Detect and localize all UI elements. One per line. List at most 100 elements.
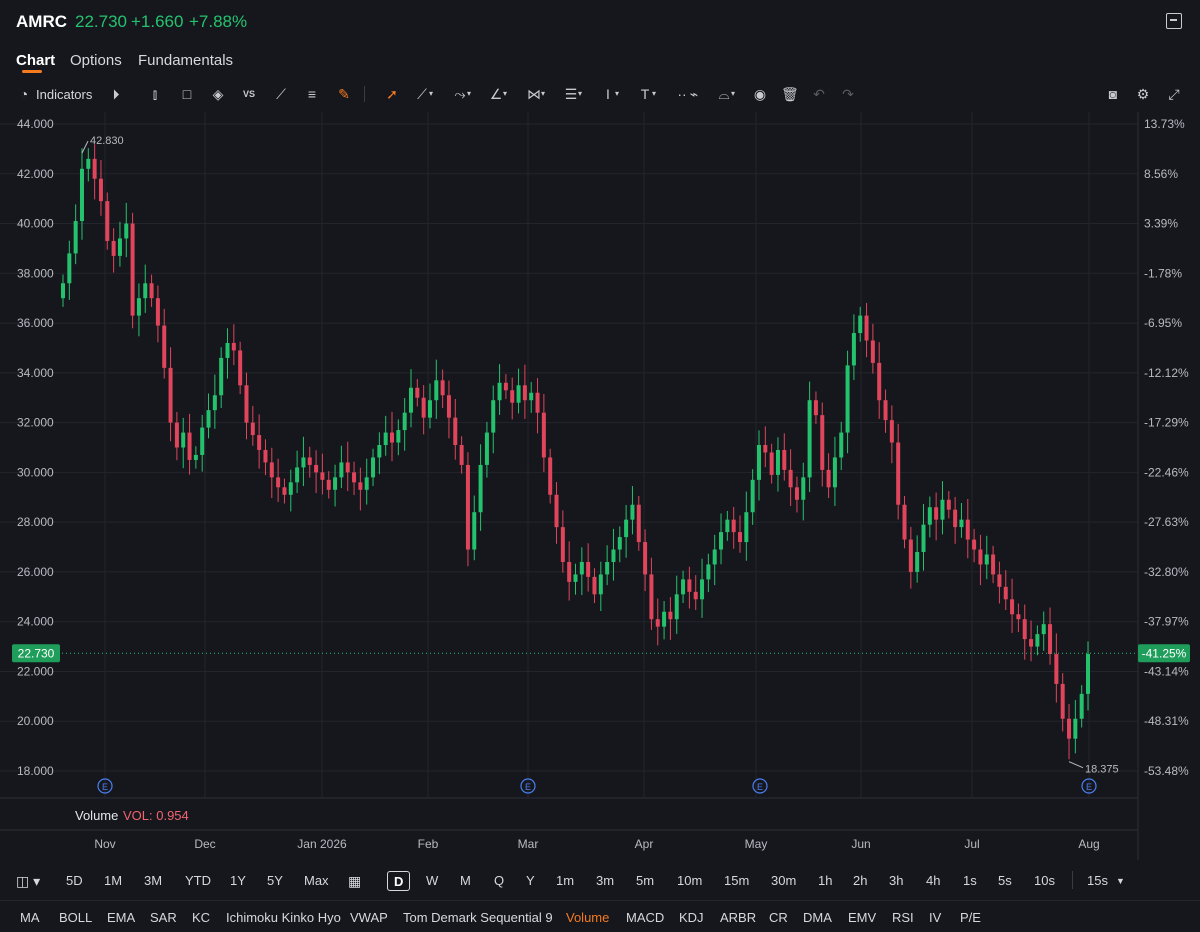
tab-chart[interactable]: Chart bbox=[16, 52, 55, 69]
chart-line-icon[interactable]: ⟋ bbox=[273, 86, 289, 102]
layers-icon[interactable]: ◈ bbox=[210, 86, 226, 102]
indicator-vwap[interactable]: VWAP bbox=[350, 910, 388, 925]
range-1m[interactable]: 1M bbox=[104, 871, 122, 891]
square-icon[interactable]: □ bbox=[179, 86, 195, 102]
candle-body bbox=[573, 574, 578, 582]
interval-1m[interactable]: 1m bbox=[556, 871, 574, 891]
indicator-td-sequential[interactable]: Tom Demark Sequential 9 bbox=[403, 910, 553, 925]
candle-body bbox=[193, 454, 198, 460]
candlestick-chart[interactable]: 44.000 13.73% 42.000 8.56% 40.000 3.39% 38.000… bbox=[0, 112, 1200, 860]
trash-icon[interactable]: 🗑 bbox=[781, 86, 799, 102]
interval-10m[interactable]: 10m bbox=[677, 871, 702, 891]
interval-1s[interactable]: 1s bbox=[963, 871, 977, 891]
price-chart[interactable]: 44.000 13.73% 42.000 8.56% 40.000 3.39% 38.000… bbox=[0, 112, 1200, 860]
indicator-volume[interactable]: Volume bbox=[566, 910, 609, 925]
indicator-pe[interactable]: P/E bbox=[960, 910, 981, 925]
range-1y[interactable]: 1Y bbox=[230, 871, 246, 891]
angle-icon[interactable]: ∠ ▾ bbox=[488, 86, 507, 102]
interval-3m[interactable]: 3m bbox=[596, 871, 614, 891]
y-tick-label: 42.000 bbox=[17, 167, 54, 181]
candle-type-icon[interactable]: ⫾ bbox=[147, 86, 163, 102]
candle-body bbox=[896, 442, 901, 505]
calendar-icon[interactable]: ▦ bbox=[348, 871, 361, 891]
tab-options[interactable]: Options bbox=[70, 52, 122, 69]
indicator-dma[interactable]: DMA bbox=[803, 910, 832, 925]
candle-body bbox=[124, 223, 129, 239]
interval-10s[interactable]: 10s bbox=[1034, 871, 1055, 891]
candle-body bbox=[845, 365, 850, 433]
range-max[interactable]: Max bbox=[304, 871, 329, 891]
shapes-icon[interactable]: ⌓ ▾ bbox=[716, 86, 735, 102]
pen-icon[interactable]: ✎ bbox=[336, 86, 352, 102]
interval-m[interactable]: M bbox=[460, 871, 471, 891]
indicator-rsi[interactable]: RSI bbox=[892, 910, 914, 925]
range-5y[interactable]: 5Y bbox=[267, 871, 283, 891]
text-icon[interactable]: T ▾ bbox=[637, 86, 656, 102]
candle-body bbox=[934, 507, 939, 520]
candle-body bbox=[883, 400, 888, 421]
interval-q[interactable]: Q bbox=[494, 871, 504, 891]
indicator-arbr[interactable]: ARBR bbox=[720, 910, 756, 925]
layout-icon[interactable]: ◫ ▾ bbox=[16, 871, 40, 891]
interval-30m[interactable]: 30m bbox=[771, 871, 796, 891]
redo-icon[interactable]: ↷ bbox=[840, 86, 856, 102]
indicator-boll[interactable]: BOLL bbox=[59, 910, 92, 925]
fib-icon[interactable]: ☰ ▾ bbox=[563, 86, 582, 102]
interval-w[interactable]: W bbox=[426, 871, 438, 891]
indicators-button[interactable]: Indicators bbox=[36, 86, 92, 104]
candle-body bbox=[92, 158, 97, 179]
candle-body bbox=[421, 397, 426, 418]
vertical-line-icon[interactable]: I ▾ bbox=[600, 86, 619, 102]
interval-15m[interactable]: 15m bbox=[724, 871, 749, 891]
text-lines-icon[interactable]: ≡ bbox=[304, 86, 320, 102]
interval-d[interactable]: D bbox=[387, 871, 411, 891]
interval-3h[interactable]: 3h bbox=[889, 871, 903, 891]
y-tick-label: 38.000 bbox=[17, 266, 54, 280]
indicator-sar[interactable]: SAR bbox=[150, 910, 177, 925]
indicators-icon[interactable]: ◔ bbox=[16, 86, 32, 102]
y-tick-label: 24.000 bbox=[17, 615, 54, 629]
camera-icon[interactable]: ◙ bbox=[1105, 86, 1121, 102]
indicator-emv[interactable]: EMV bbox=[848, 910, 876, 925]
interval-y[interactable]: Y bbox=[526, 871, 535, 891]
exit-fullscreen-icon[interactable] bbox=[1166, 13, 1182, 29]
indicator-macd[interactable]: MACD bbox=[626, 910, 664, 925]
candle-body bbox=[902, 504, 907, 540]
indicator-kdj[interactable]: KDJ bbox=[679, 910, 704, 925]
indicator-ichimoku[interactable]: Ichimoku Kinko Hyo bbox=[226, 910, 341, 925]
interval-2h[interactable]: 2h bbox=[853, 871, 867, 891]
candle-body bbox=[472, 512, 477, 550]
ray-icon[interactable]: ⤳ ▾ bbox=[452, 86, 471, 102]
fullscreen-icon[interactable]: ⤢ bbox=[1166, 86, 1182, 102]
candle-body bbox=[105, 201, 110, 241]
candle-body bbox=[756, 445, 761, 480]
chevron-down-icon[interactable]: ▼ bbox=[1116, 871, 1125, 891]
interval-15s[interactable]: 15s bbox=[1087, 871, 1108, 891]
interval-1h[interactable]: 1h bbox=[818, 871, 832, 891]
eye-icon[interactable]: ◉ bbox=[752, 86, 768, 102]
indicator-ema[interactable]: EMA bbox=[107, 910, 135, 925]
cursor-icon[interactable]: ➚ bbox=[384, 86, 400, 102]
interval-5s[interactable]: 5s bbox=[998, 871, 1012, 891]
trendline-icon[interactable]: ⟋ ▾ bbox=[414, 86, 433, 102]
candle-body bbox=[636, 504, 641, 543]
interval-4h[interactable]: 4h bbox=[926, 871, 940, 891]
vs-compare-icon[interactable]: VS bbox=[241, 86, 257, 102]
candle-body bbox=[497, 382, 502, 401]
indicator-kc[interactable]: KC bbox=[192, 910, 210, 925]
range-3m[interactable]: 3M bbox=[144, 871, 162, 891]
indicator-iv[interactable]: IV bbox=[929, 910, 941, 925]
tab-fundamentals[interactable]: Fundamentals bbox=[138, 52, 233, 69]
candle-body bbox=[396, 430, 401, 443]
range-ytd[interactable]: YTD bbox=[185, 871, 211, 891]
interval-5m[interactable]: 5m bbox=[636, 871, 654, 891]
undo-icon[interactable]: ↶ bbox=[811, 86, 827, 102]
range-5d[interactable]: 5D bbox=[66, 871, 83, 891]
candle-body bbox=[700, 579, 705, 600]
pattern-icon[interactable]: ⋈ ▾ bbox=[526, 86, 545, 102]
indicator-cr[interactable]: CR bbox=[769, 910, 788, 925]
indicator-ma[interactable]: MA bbox=[20, 910, 40, 925]
replay-icon[interactable]: ⏵ bbox=[108, 86, 124, 102]
settings-icon[interactable]: ⚙ bbox=[1135, 86, 1151, 102]
brush-icon[interactable]: ⌁ bbox=[686, 86, 702, 102]
